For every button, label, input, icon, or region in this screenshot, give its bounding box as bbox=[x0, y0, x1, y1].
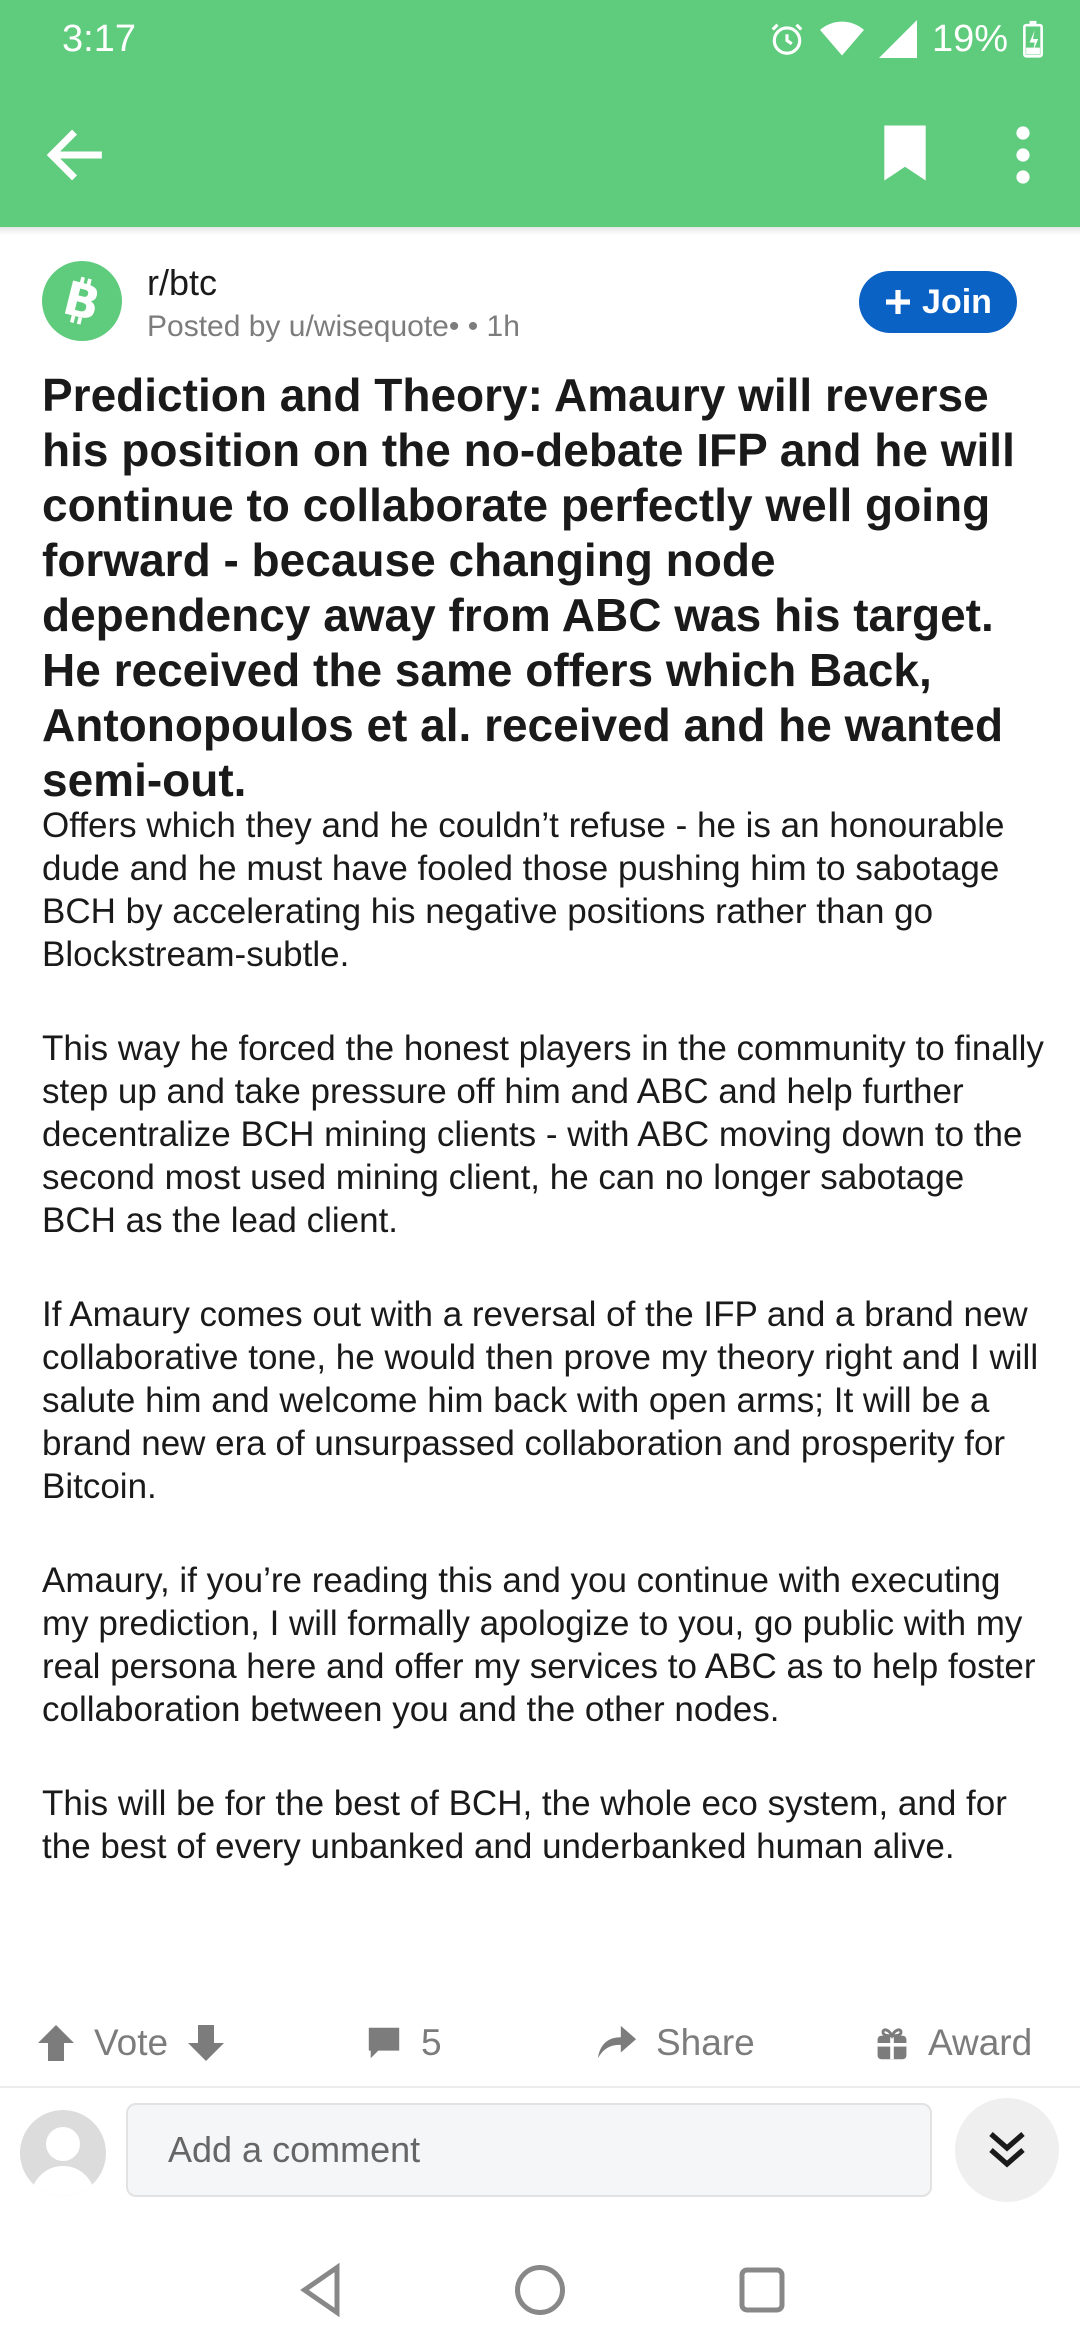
post-actions: Vote 5 Share Award bbox=[0, 2010, 1080, 2076]
arrow-up-icon[interactable] bbox=[36, 2023, 76, 2063]
user-avatar-icon bbox=[30, 2127, 96, 2196]
triangle-back-icon bbox=[300, 2262, 340, 2318]
share-icon bbox=[597, 2025, 637, 2059]
wifi-icon bbox=[819, 21, 864, 56]
toolbar bbox=[0, 100, 1080, 210]
circle-home-icon bbox=[515, 2265, 565, 2315]
post-meta[interactable]: Posted by u/wisequote• • 1h bbox=[147, 310, 520, 344]
subreddit-avatar[interactable]: B bbox=[42, 261, 122, 341]
post-title: Prediction and Theory: Amaury will rever… bbox=[42, 369, 1015, 806]
nav-recents-button[interactable] bbox=[732, 2260, 792, 2320]
status-bar: 3:17 19% bbox=[0, 0, 1080, 80]
more-vertical-icon bbox=[1016, 126, 1030, 184]
share-label: Share bbox=[656, 2022, 755, 2063]
join-label: Join bbox=[922, 282, 992, 321]
battery-percent: 19% bbox=[931, 17, 1008, 60]
comment-bar: Add a comment bbox=[0, 2088, 1080, 2228]
user-avatar[interactable] bbox=[20, 2110, 106, 2196]
award-button[interactable]: Award bbox=[874, 2010, 1032, 2076]
header-shadow bbox=[0, 227, 1080, 235]
nav-back-button[interactable] bbox=[292, 2260, 352, 2320]
bookmark-icon bbox=[884, 125, 926, 181]
plus-icon bbox=[886, 290, 911, 314]
comment-input[interactable]: Add a comment bbox=[126, 2103, 932, 2197]
post-paragraph: Offers which they and he couldn’t refuse… bbox=[42, 806, 1005, 974]
post-paragraph: Amaury, if you’re reading this and you c… bbox=[42, 1561, 1036, 1729]
battery-charging-icon bbox=[1023, 20, 1043, 58]
gift-icon bbox=[877, 2028, 907, 2060]
more-options-button[interactable] bbox=[1000, 122, 1046, 188]
system-nav-bar bbox=[0, 2228, 1080, 2340]
comments-count: 5 bbox=[421, 2022, 442, 2063]
vote-group: Vote bbox=[36, 2010, 226, 2076]
vote-label: Vote bbox=[94, 2022, 169, 2063]
subreddit-name[interactable]: r/btc bbox=[147, 262, 217, 304]
arrow-left-icon bbox=[46, 129, 102, 181]
share-button[interactable]: Share bbox=[596, 2010, 755, 2076]
signal-icon bbox=[878, 20, 917, 58]
square-recents-icon bbox=[739, 2267, 785, 2313]
bitcoin-icon: B bbox=[58, 273, 106, 329]
comment-icon bbox=[368, 2027, 400, 2059]
app-header: 3:17 19% bbox=[0, 0, 1080, 227]
alarm-icon bbox=[771, 23, 803, 55]
double-chevron-down-icon bbox=[989, 2132, 1025, 2168]
comments-button[interactable]: 5 bbox=[365, 2010, 442, 2076]
post-body: Offers which they and he couldn’t refuse… bbox=[42, 804, 1047, 1919]
post-paragraph: This way he forced the honest players in… bbox=[42, 1029, 1044, 1240]
nav-home-button[interactable] bbox=[510, 2260, 570, 2320]
arrow-down-icon[interactable] bbox=[186, 2023, 226, 2063]
collapse-button[interactable] bbox=[955, 2098, 1059, 2202]
status-icons: 19% bbox=[768, 16, 1044, 62]
award-label: Award bbox=[928, 2022, 1033, 2063]
post-paragraph: If Amaury comes out with a reversal of t… bbox=[42, 1295, 1039, 1506]
post-paragraph: This will be for the best of BCH, the wh… bbox=[42, 1784, 1007, 1866]
status-time: 3:17 bbox=[62, 18, 136, 60]
join-button[interactable]: Join bbox=[859, 271, 1017, 333]
bookmark-button[interactable] bbox=[880, 122, 940, 188]
back-button[interactable] bbox=[40, 120, 110, 190]
